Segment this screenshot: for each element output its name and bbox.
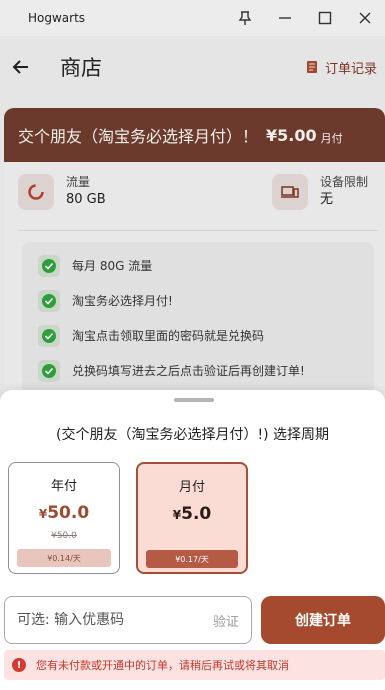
maximize-icon bbox=[318, 11, 332, 25]
minimize-icon bbox=[279, 17, 291, 19]
device-limit-value: 无 bbox=[320, 192, 334, 207]
close-icon bbox=[359, 12, 371, 24]
traffic-value: 80 GB bbox=[66, 192, 106, 207]
coupon-field: 验证 bbox=[4, 596, 252, 644]
order-history-link[interactable]: 订单记录 bbox=[305, 58, 377, 77]
traffic-label: 流量 bbox=[66, 175, 91, 189]
coupon-input[interactable] bbox=[17, 612, 213, 628]
window-title: Hogwarts bbox=[28, 11, 86, 25]
pending-order-alert: ! 您有未付款或开通中的订单，请稍后再试或将其取消 bbox=[4, 650, 385, 680]
traffic-gauge-icon bbox=[18, 174, 54, 210]
period-bottom-sheet: (交个朋友（淘宝务必选择月付）!) 选择周期 年付 ¥50.0 ¥50.0 ¥0… bbox=[0, 390, 385, 690]
period-name: 月付 bbox=[178, 480, 205, 495]
window-titlebar: Hogwarts bbox=[0, 0, 385, 36]
period-price: ¥50.0 bbox=[9, 503, 119, 523]
plan-info-row: 流量 80 GB 设备限制 无 bbox=[18, 174, 378, 224]
alert-text: 您有未付款或开通中的订单，请稍后再试或将其取消 bbox=[36, 659, 289, 672]
feature-item: 淘宝务必选择月付! bbox=[38, 283, 374, 318]
plan-name: 交个朋友（淘宝务必选择月付）！ bbox=[18, 127, 259, 146]
back-button[interactable] bbox=[4, 50, 38, 84]
feature-text: 兑换码填写进去之后点击验证后再创建订单! bbox=[72, 364, 305, 378]
period-name: 年付 bbox=[50, 479, 77, 494]
per-day-badge: ¥0.14/天 bbox=[17, 549, 111, 567]
pin-button[interactable] bbox=[225, 0, 265, 36]
devices-icon bbox=[272, 174, 308, 210]
check-circle-icon bbox=[38, 359, 60, 382]
feature-text: 淘宝点击领取里面的密码就是兑换码 bbox=[72, 329, 265, 343]
sheet-title: (交个朋友（淘宝务必选择月付）!) 选择周期 bbox=[56, 427, 329, 443]
feature-item: 每月 80G 流量 bbox=[38, 248, 374, 283]
verify-button[interactable]: 验证 bbox=[213, 611, 239, 630]
feature-item: 兑换码填写进去之后点击验证后再创建订单! bbox=[38, 353, 374, 388]
period-option-monthly[interactable]: 月付 ¥5.0 ¥0.17/天 bbox=[136, 462, 248, 574]
sheet-drag-handle[interactable] bbox=[174, 398, 214, 402]
period-price: ¥5.0 bbox=[138, 504, 246, 524]
feature-item: 淘宝点击领取里面的密码就是兑换码 bbox=[38, 318, 374, 353]
period-option-yearly[interactable]: 年付 ¥50.0 ¥50.0 ¥0.14/天 bbox=[8, 462, 120, 574]
arrow-left-icon bbox=[12, 60, 28, 74]
close-button[interactable] bbox=[345, 0, 385, 36]
feature-text: 每月 80G 流量 bbox=[72, 259, 153, 273]
page-title: 商店 bbox=[60, 56, 102, 80]
plan-price: ¥5.00 bbox=[266, 125, 317, 145]
maximize-button[interactable] bbox=[305, 0, 345, 36]
feature-list: 每月 80G 流量 淘宝务必选择月付! 淘宝点击领取里面的密码就是兑换码 兑换码… bbox=[22, 242, 374, 402]
per-day-badge: ¥0.17/天 bbox=[146, 550, 238, 568]
receipt-icon bbox=[306, 61, 317, 73]
plan-details: 流量 80 GB 设备限制 无 每月 80G 流量 淘宝务必选择月付! 淘宝点击… bbox=[4, 162, 385, 402]
currency-symbol: ¥ bbox=[172, 508, 182, 522]
create-order-button[interactable]: 创建订单 bbox=[261, 596, 385, 644]
device-limit-info: 设备限制 无 bbox=[272, 174, 378, 224]
original-price: ¥50.0 bbox=[51, 531, 77, 541]
page-header: 商店 订单记录 bbox=[0, 36, 385, 98]
order-history-label: 订单记录 bbox=[324, 61, 377, 77]
error-icon: ! bbox=[12, 658, 26, 672]
currency-symbol: ¥ bbox=[38, 507, 48, 521]
minimize-button[interactable] bbox=[265, 0, 305, 36]
traffic-info: 流量 80 GB bbox=[18, 174, 272, 224]
pin-icon bbox=[238, 11, 252, 25]
plan-unit: 月付 bbox=[320, 132, 343, 145]
check-circle-icon bbox=[38, 289, 60, 312]
device-limit-label: 设备限制 bbox=[320, 175, 369, 189]
divider bbox=[18, 230, 378, 231]
check-circle-icon bbox=[38, 254, 60, 277]
check-circle-icon bbox=[38, 324, 60, 347]
plan-header: 交个朋友（淘宝务必选择月付）！ ¥5.00 月付 bbox=[4, 108, 385, 162]
price-amount: 50.0 bbox=[47, 503, 90, 523]
price-amount: 5.0 bbox=[181, 504, 212, 524]
feature-text: 淘宝务必选择月付! bbox=[72, 294, 173, 308]
